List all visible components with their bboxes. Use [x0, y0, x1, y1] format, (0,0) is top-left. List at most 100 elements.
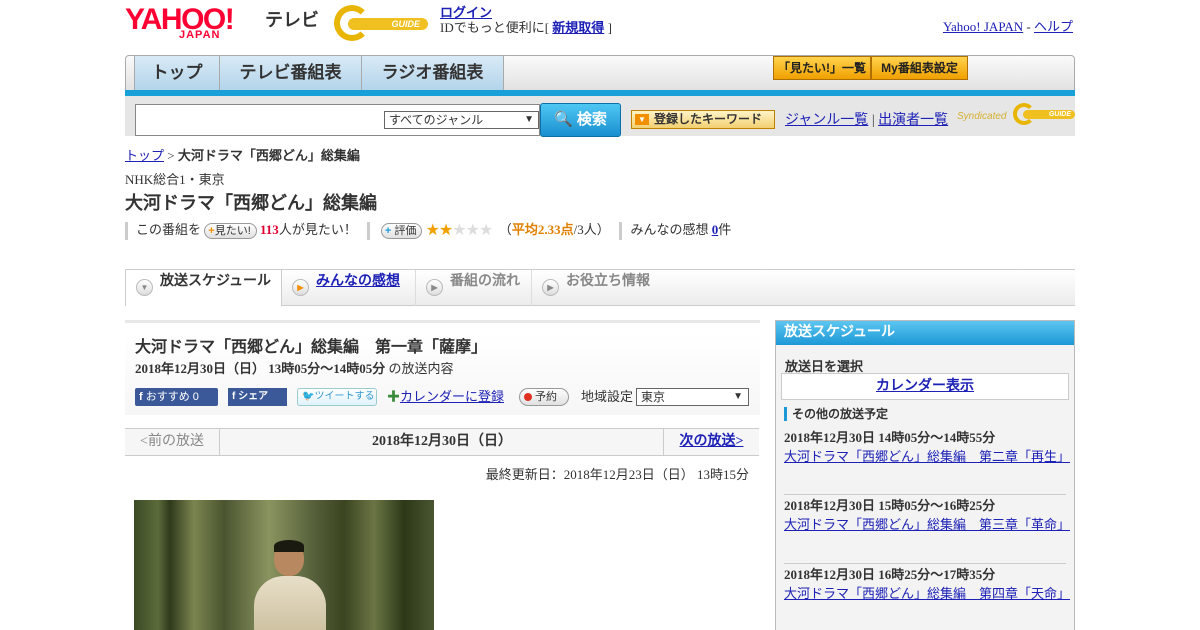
- schedule-item: 2018年12月30日 16時25分～17時35分 大河ドラマ「西郷どん」総集編…: [784, 565, 1070, 630]
- registered-keyword-label: 登録したキーワード: [654, 112, 763, 126]
- tweet-label: ツイートする: [314, 391, 375, 402]
- tab-program-flow-label: 番組の流れ: [450, 272, 520, 288]
- paren-open: （: [498, 222, 512, 237]
- rating-button-label: 評価: [394, 225, 417, 238]
- login-link[interactable]: ログイン: [440, 5, 492, 20]
- episode-datetime: 2018年12月30日（日） 13時05分～14時05分: [135, 361, 386, 376]
- genre-select-value: すべてのジャンル: [389, 113, 484, 127]
- episode-title: 大河ドラマ「西郷どん」総集編 第一章「薩摩」: [135, 339, 488, 356]
- tab-tv-schedule[interactable]: テレビ番組表: [220, 56, 362, 90]
- region-label: 地域設定: [581, 389, 634, 404]
- prev-broadcast: <前の放送: [125, 429, 220, 455]
- facebook-icon: f: [232, 391, 236, 402]
- tab-program-flow[interactable]: ▶ 番組の流れ: [416, 270, 532, 306]
- tab-top[interactable]: トップ: [134, 56, 220, 90]
- episode-date: 2018年12月30日（日） 13時05分～14時05分 の放送内容: [135, 358, 454, 377]
- tv-logo-text[interactable]: テレビ: [265, 6, 319, 32]
- calendar-view-link[interactable]: カレンダー表示: [876, 379, 974, 394]
- mitai-button[interactable]: +見たい!: [204, 223, 257, 240]
- this-program-label: この番組を: [136, 222, 202, 237]
- breadcrumb-sep: >: [167, 148, 175, 163]
- page-title: 大河ドラマ「西郷どん」総集編: [125, 193, 377, 213]
- search-links: ジャンル一覧 | 出演者一覧: [785, 109, 948, 129]
- tweet-button[interactable]: 🐦ツイートする: [297, 388, 377, 406]
- next-broadcast-link[interactable]: 次の放送>: [680, 434, 744, 449]
- program-photo: [134, 500, 434, 630]
- rating-count: /3人: [573, 222, 597, 237]
- next-broadcast-cell: 次の放送>: [663, 429, 759, 455]
- facebook-recommend-button[interactable]: f おすすめ 0: [135, 388, 218, 406]
- header-dash: -: [1026, 19, 1031, 34]
- rating-stars: ★★★★★: [425, 222, 494, 240]
- schedule-item-link[interactable]: 大河ドラマ「西郷どん」総集編 第二章「再生」: [784, 449, 1070, 464]
- photo-hair: [274, 540, 304, 552]
- calendar-plus-icon: ✚: [387, 389, 401, 404]
- tab-schedule[interactable]: ▼ 放送スケジュール: [125, 270, 282, 306]
- schedule-item-link[interactable]: 大河ドラマ「西郷どん」総集編 第三章「革命」: [784, 517, 1070, 532]
- schedule-item: 2018年12月30日 14時05分～14時55分 大河ドラマ「西郷どん」総集編…: [784, 428, 1070, 495]
- other-schedules-label: その他の放送予定: [784, 407, 888, 421]
- syndicated-text: Syndicated: [957, 111, 1007, 122]
- chevron-down-icon: ▼: [733, 391, 743, 402]
- rating-average: 平均2.33点: [511, 222, 574, 237]
- tab-radio-schedule[interactable]: ラジオ番組表: [362, 56, 504, 90]
- schedule-item-datetime: 2018年12月30日 14時05分～14時55分: [784, 430, 996, 445]
- facebook-share-button[interactable]: f シェア: [228, 388, 287, 406]
- registered-keyword-button[interactable]: ▼ 登録したキーワード: [631, 110, 775, 129]
- signup-link[interactable]: 新規取得: [552, 20, 604, 35]
- genre-select[interactable]: すべてのジャンル ▼: [384, 111, 539, 129]
- last-updated: 最終更新日：2018年12月23日（日） 13時15分: [485, 467, 749, 482]
- mitai-button-label: 見たい!: [214, 225, 251, 238]
- tab-schedule-label: 放送スケジュール: [160, 272, 272, 288]
- reserve-label: 予約: [535, 391, 557, 403]
- my-schedule-button[interactable]: My番組表設定: [871, 56, 968, 80]
- sidebar-header: 放送スケジュール: [776, 321, 1074, 345]
- help-link[interactable]: ヘルプ: [1034, 19, 1073, 34]
- cast-list-link[interactable]: 出演者一覧: [878, 113, 948, 128]
- tab-useful-info[interactable]: ▶ お役立ち情報: [532, 270, 672, 306]
- tab-impressions-label: みんなの感想: [316, 272, 400, 288]
- region-select[interactable]: 東京 ▼: [636, 388, 749, 406]
- genre-list-link[interactable]: ジャンル一覧: [785, 113, 868, 128]
- photo-body: [254, 576, 326, 630]
- rating-button[interactable]: + 評価: [380, 223, 423, 240]
- broadcast-pager: <前の放送 2018年12月30日（日） 次の放送>: [125, 428, 759, 456]
- login-desc-post: ]: [607, 20, 612, 35]
- schedule-sidebar: 放送スケジュール 放送日を選択 カレンダー表示 その他の放送予定 2018年12…: [775, 320, 1075, 630]
- japan-logo-text: JAPAN: [179, 29, 221, 41]
- gguide-logo-text: GUIDE: [348, 18, 428, 30]
- breadcrumb: トップ > 大河ドラマ「西郷どん」総集編: [125, 145, 360, 164]
- chevron-down-icon: ▼: [524, 114, 534, 125]
- calendar-add[interactable]: ✚カレンダーに登録: [387, 387, 504, 407]
- paren-close: ）: [596, 222, 610, 237]
- play-icon: ▶: [426, 279, 443, 296]
- calendar-link[interactable]: カレンダーに登録: [400, 389, 504, 404]
- channel-label: NHK総合1・東京: [125, 172, 225, 187]
- schedule-item-datetime: 2018年12月30日 16時25分～17時35分: [784, 567, 996, 582]
- login-desc-pre: IDでもっと便利に[: [440, 20, 550, 35]
- schedule-item-link[interactable]: 大河ドラマ「西郷どん」総集編 第四章「天命」: [784, 586, 1070, 601]
- breadcrumb-top-link[interactable]: トップ: [125, 148, 164, 163]
- fb-recommend-label: おすすめ 0: [145, 391, 199, 403]
- star-icon-empty: ★★★: [452, 222, 493, 240]
- twitter-bird-icon: 🐦: [302, 391, 315, 402]
- yahoo-japan-link[interactable]: Yahoo! JAPAN: [943, 19, 1023, 34]
- reserve-button[interactable]: 予約: [519, 388, 569, 406]
- schedule-item: 2018年12月30日 15時05分～16時25分 大河ドラマ「西郷どん」総集編…: [784, 496, 1070, 564]
- gguide-logo[interactable]: GUIDE: [334, 5, 432, 41]
- mitai-list-button[interactable]: 「見たい!」一覧: [773, 56, 871, 80]
- fb-share-label: シェア: [238, 391, 269, 402]
- chevron-down-icon: ▼: [136, 279, 153, 296]
- tab-impressions[interactable]: ▶ みんなの感想: [282, 270, 416, 306]
- login-area: ログイン IDでもっと便利に[ 新規取得 ]: [440, 5, 612, 35]
- episode-date-suffix: の放送内容: [388, 361, 454, 376]
- star-icon-filled: ★★: [425, 222, 454, 240]
- divider: [125, 222, 128, 241]
- search-button[interactable]: 🔍 検索: [540, 103, 621, 137]
- record-dot-icon: [524, 393, 532, 402]
- search-button-label: 検索: [576, 111, 607, 128]
- facebook-icon: f: [139, 391, 143, 403]
- syn-guide-text: GUIDE: [1023, 110, 1075, 119]
- link-separator: |: [871, 113, 875, 128]
- yahoo-japan-logo[interactable]: YAHOO! JAPAN: [125, 4, 261, 42]
